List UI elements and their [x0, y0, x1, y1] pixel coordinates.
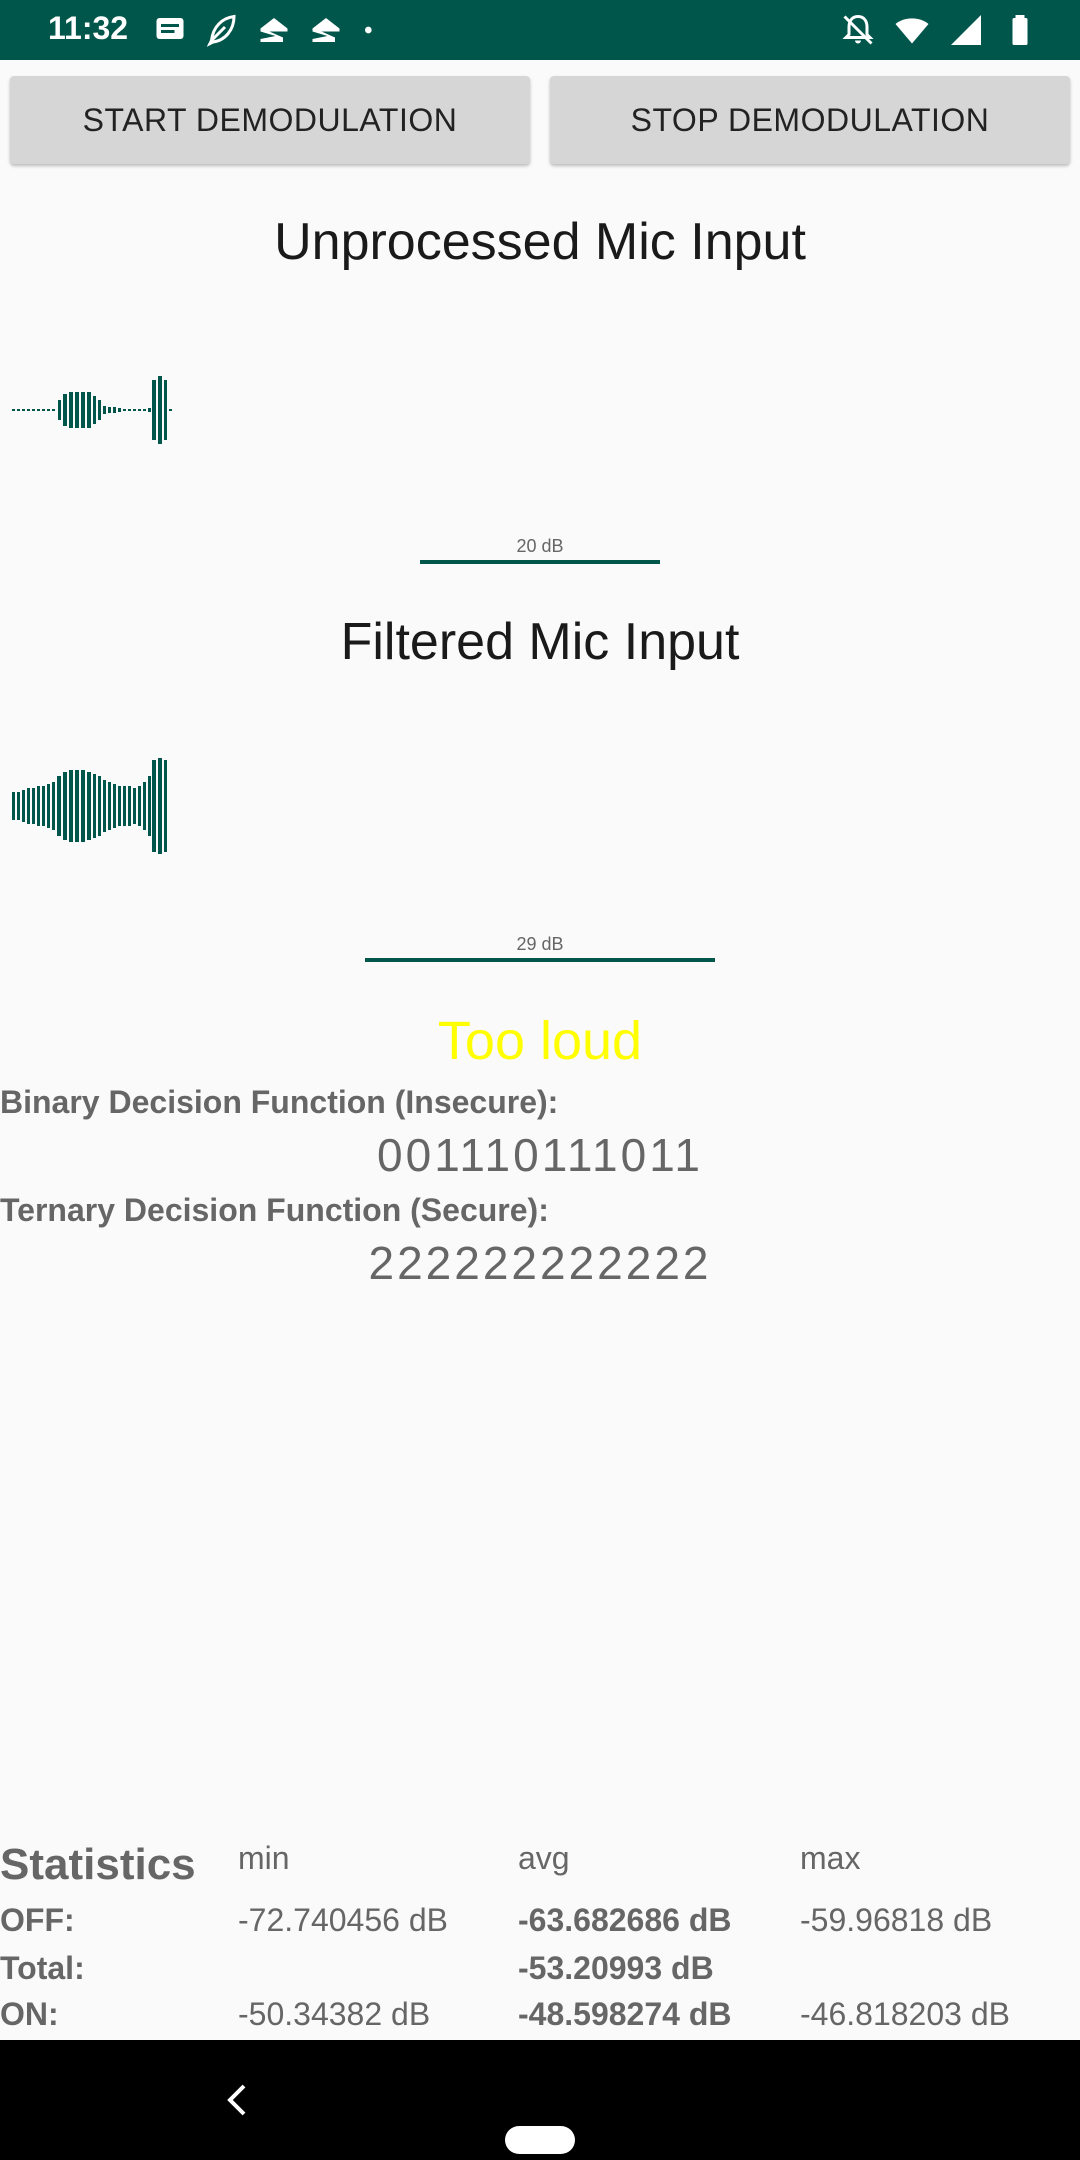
status-time: 11:32 — [48, 10, 129, 46]
message-icon — [156, 18, 184, 39]
unprocessed-level-meter: 20 dB — [420, 536, 660, 564]
on-max-value: -46.818203 dB — [800, 1996, 1010, 2032]
ternary-decision-label: Ternary Decision Function (Secure): — [0, 1192, 549, 1228]
binary-decision-label: Binary Decision Function (Insecure): — [0, 1084, 559, 1120]
system-icons — [840, 12, 1038, 48]
status-bar: 11:32 — [0, 0, 1080, 60]
row-label-on: ON: — [0, 1996, 59, 2032]
zillow-icon — [312, 18, 340, 42]
unprocessed-mic-title: Unprocessed Mic Input — [274, 213, 806, 271]
total-avg-value: -53.20993 dB — [518, 1950, 714, 1986]
start-demodulation-button[interactable]: START DEMODULATION — [10, 76, 530, 164]
wifi-icon — [895, 18, 929, 44]
filtered-mic-title: Filtered Mic Input — [340, 613, 740, 671]
notification-icons — [152, 12, 380, 48]
battery-icon — [1012, 15, 1028, 45]
filtered-waveform — [12, 758, 167, 854]
stop-demodulation-button[interactable]: STOP DEMODULATION — [550, 76, 1070, 164]
column-header-max: max — [800, 1840, 861, 1876]
off-min-value: -72.740456 dB — [238, 1902, 448, 1938]
feather-icon — [206, 14, 236, 47]
unprocessed-waveform — [12, 376, 172, 444]
signal-icon — [951, 15, 981, 45]
on-min-value: -50.34382 dB — [238, 1996, 431, 2032]
off-avg-value: -63.682686 dB — [518, 1902, 732, 1938]
back-icon[interactable] — [222, 2080, 252, 2120]
unprocessed-level-label: 20 dB — [516, 536, 564, 556]
on-avg-value: -48.598274 dB — [518, 1996, 732, 2032]
zillow-icon — [260, 18, 288, 42]
unprocessed-level-bar — [420, 560, 660, 564]
bell-off-icon — [842, 14, 874, 45]
ternary-decision-value: 222222222222 — [368, 1237, 712, 1289]
home-button[interactable] — [505, 2126, 575, 2154]
filtered-level-meter: 29 dB — [365, 934, 715, 962]
filtered-level-label: 29 dB — [516, 934, 564, 954]
filtered-level-bar — [365, 958, 715, 962]
navigation-bar — [0, 2040, 1080, 2160]
off-max-value: -59.96818 dB — [800, 1902, 993, 1938]
column-header-avg: avg — [518, 1840, 570, 1876]
statistics-table: Statistics min avg max OFF: -72.740456 d… — [0, 1840, 1080, 2040]
binary-decision-value: 001110111011 — [377, 1129, 703, 1181]
statistics-title: Statistics — [0, 1840, 196, 1889]
volume-warning: Too loud — [437, 1011, 643, 1071]
column-header-min: min — [238, 1840, 290, 1876]
dot-icon — [365, 26, 372, 34]
row-label-off: OFF: — [0, 1902, 75, 1938]
row-label-total: Total: — [0, 1950, 85, 1986]
